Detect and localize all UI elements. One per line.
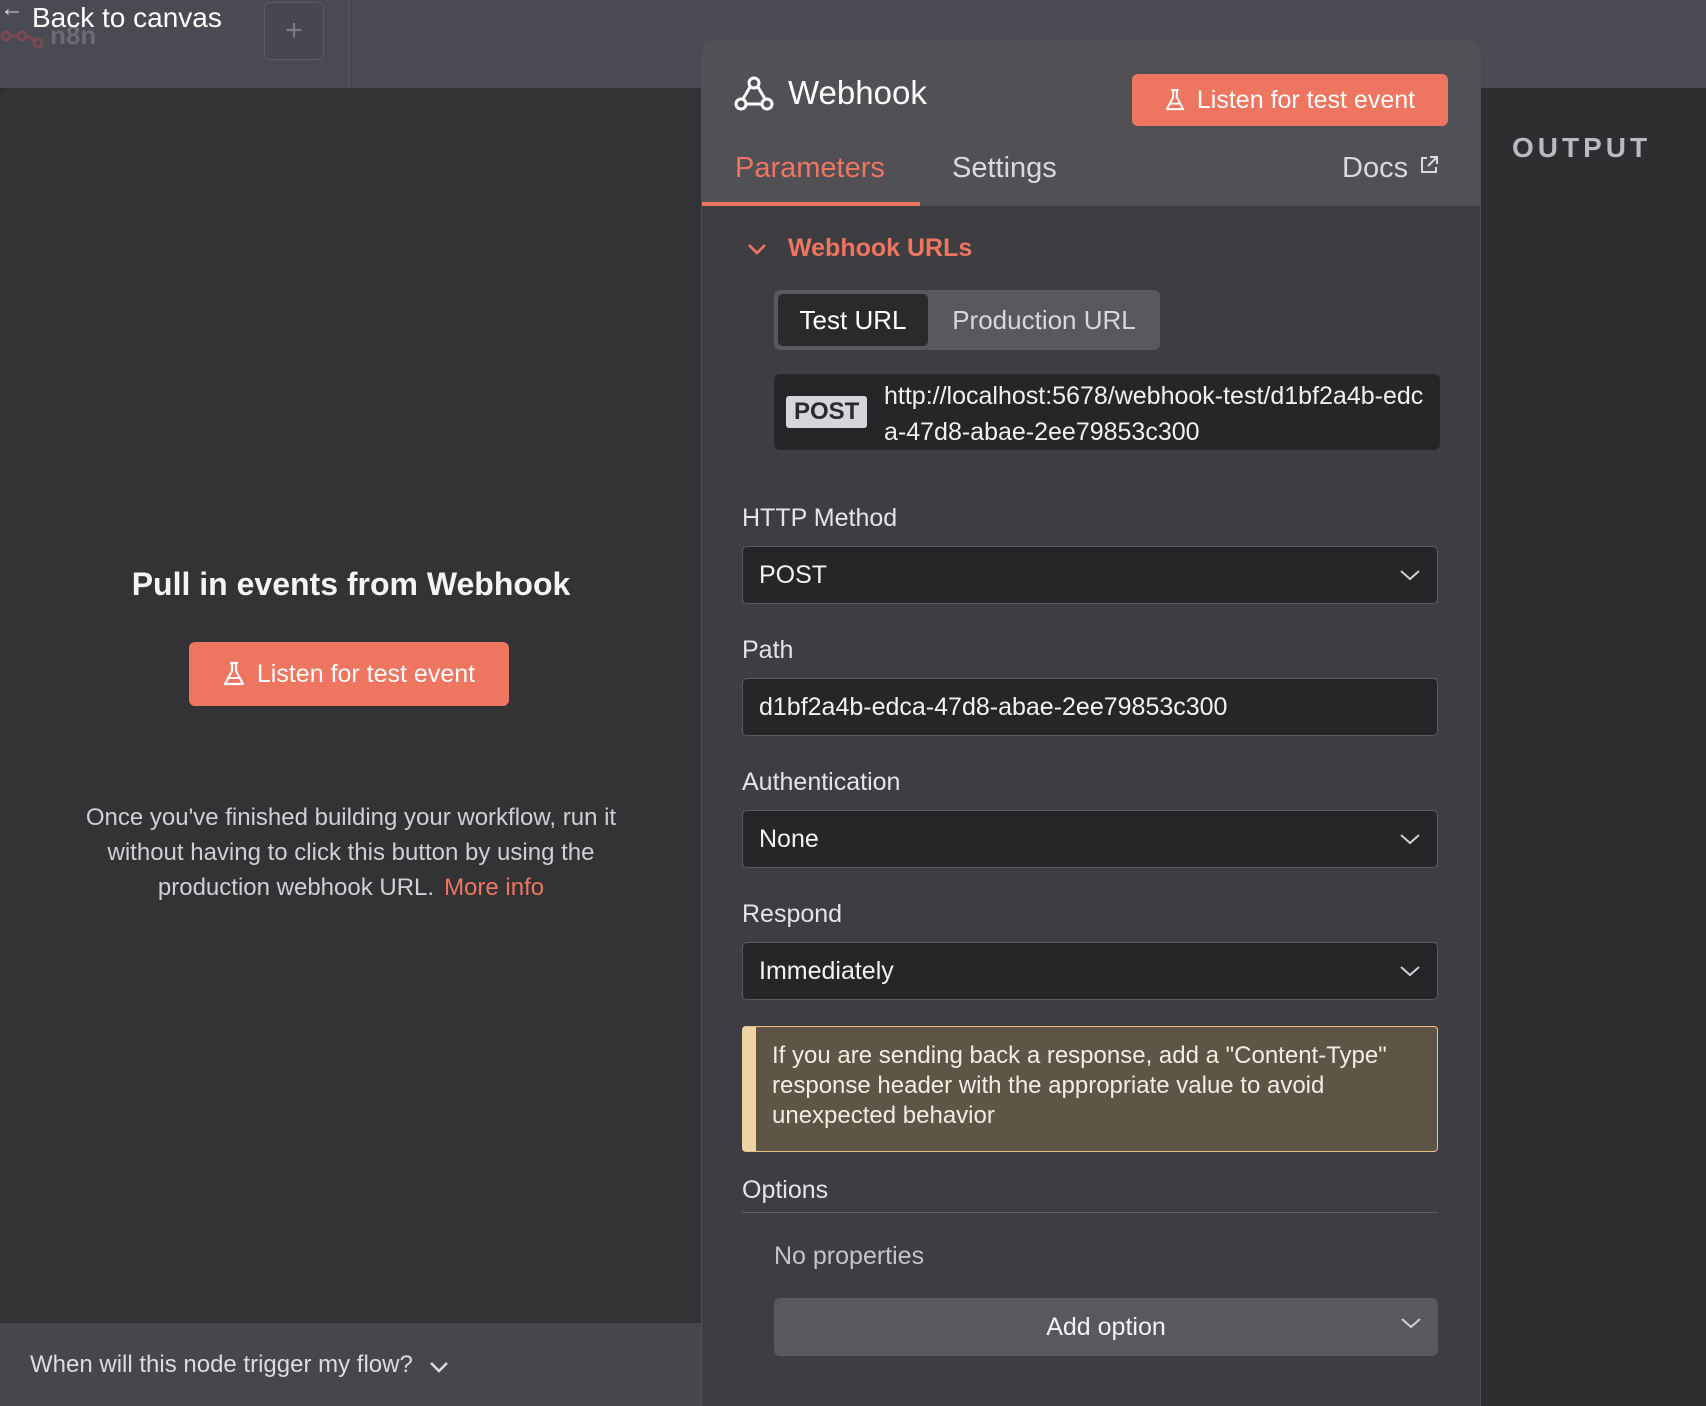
http-method-select[interactable]: POST [742,546,1438,604]
add-node-button[interactable]: + [264,2,324,60]
http-method-label: HTTP Method [742,504,898,532]
path-input[interactable]: d1bf2a4b-edca-47d8-abae-2ee79853c300 [742,678,1438,736]
add-option-label: Add option [1046,1312,1166,1341]
header-listen-button[interactable]: Listen for test event [1132,74,1448,126]
listen-for-test-event-button[interactable]: Listen for test event [189,642,509,706]
flask-icon [223,661,245,686]
webhook-icon [734,76,774,111]
tab-settings[interactable]: Settings [952,152,1057,204]
production-url-option[interactable]: Production URL [932,294,1156,346]
path-value: d1bf2a4b-edca-47d8-abae-2ee79853c300 [759,692,1228,721]
active-tab-indicator [702,202,920,206]
webhook-urls-title: Webhook URLs [788,234,973,262]
authentication-label: Authentication [742,768,901,796]
docs-label: Docs [1342,152,1409,184]
external-link-icon [1421,156,1439,173]
method-badge: POST [786,396,868,428]
content-type-warning: If you are sending back a response, add … [742,1026,1438,1152]
http-method-value: POST [759,560,828,589]
warning-text: If you are sending back a response, add … [772,1042,1387,1129]
path-label: Path [742,636,794,664]
trigger-explainer-toggle[interactable]: When will this node trigger my flow? [0,1323,702,1406]
chevron-down-icon [748,243,766,255]
tab-docs[interactable]: Docs [1342,152,1440,204]
plus-icon: + [285,14,303,47]
back-to-canvas-link[interactable]: ← Back to canvas [0,0,222,32]
input-panel-title: Pull in events from Webhook [131,566,571,602]
no-properties-text: No properties [774,1242,925,1270]
topbar-divider [348,0,349,88]
webhook-urls-section-toggle[interactable]: Webhook URLs [746,234,972,263]
tab-parameters[interactable]: Parameters [735,152,885,204]
arrow-left-icon: ← [0,0,24,22]
respond-value: Immediately [759,956,894,985]
chevron-down-icon [1400,966,1420,977]
more-info-link[interactable]: More info [444,874,544,901]
node-title-group: Webhook [734,74,927,112]
node-header: Webhook Listen for test event Parameters… [702,40,1480,206]
options-label: Options [742,1176,829,1204]
trigger-question: When will this node trigger my flow? [30,1350,413,1378]
back-to-canvas-label: Back to canvas [32,2,222,33]
output-panel-label: OUTPUT [1512,132,1652,163]
chevron-down-icon [429,1361,448,1373]
options-divider [742,1212,1438,1213]
authentication-value: None [759,824,819,853]
webhook-url-text: http://localhost:5678/webhook-test/d1bf2… [884,382,1424,446]
authentication-select[interactable]: None [742,810,1438,868]
header-listen-label: Listen for test event [1196,85,1416,114]
webhook-url-display[interactable]: POST http://localhost:5678/webhook-test/… [774,374,1440,450]
node-title: Webhook [788,74,927,111]
production-url-hint: Once you've finished building your workf… [50,800,652,905]
respond-label: Respond [742,900,843,928]
url-type-toggle: Test URL Production URL [774,290,1160,350]
add-option-button[interactable]: Add option [774,1298,1438,1356]
test-url-option[interactable]: Test URL [778,294,928,346]
flask-icon [1165,89,1185,111]
chevron-down-icon [1400,834,1420,845]
chevron-down-icon [1400,570,1420,581]
node-settings-panel: Webhook Listen for test event Parameters… [702,40,1480,1406]
listen-button-label: Listen for test event [256,659,476,688]
respond-select[interactable]: Immediately [742,942,1438,1000]
input-panel: Pull in events from Webhook Listen for t… [0,88,702,1406]
chevron-down-icon [1401,1318,1421,1329]
